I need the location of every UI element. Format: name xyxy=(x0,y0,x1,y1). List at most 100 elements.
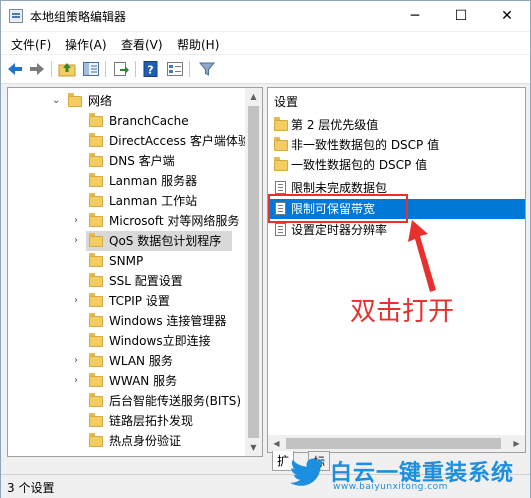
menu-file[interactable]: 文件(F) xyxy=(11,36,51,53)
policy-setting-icon xyxy=(275,181,286,194)
tree-item[interactable]: 链路层拓扑发现 xyxy=(8,411,244,431)
list-item-label: 一致性数据包的 DSCP 值 xyxy=(291,158,428,172)
list-item-setting[interactable]: 设置定时器分辨率 xyxy=(269,220,525,240)
chevron-right-icon[interactable]: › xyxy=(74,211,78,231)
list-item-label: 第 2 层优先级值 xyxy=(291,118,379,132)
tree-item[interactable]: › TCPIP 设置 xyxy=(8,291,244,311)
tree-vertical-scrollbar[interactable]: ▲ ▼ xyxy=(245,88,262,456)
back-icon[interactable] xyxy=(6,60,24,78)
folder-icon xyxy=(89,293,103,307)
list-item-folder[interactable]: 非一致性数据包的 DSCP 值 xyxy=(269,135,525,155)
tree-item-label: 后台智能传送服务(BITS) xyxy=(109,394,242,408)
maximize-button[interactable]: ☐ xyxy=(438,1,484,31)
menu-view[interactable]: 查看(V) xyxy=(121,36,163,53)
tree-item[interactable]: BranchCache xyxy=(8,111,244,131)
folder-icon xyxy=(89,273,103,287)
folder-icon xyxy=(89,113,103,127)
filter-icon[interactable] xyxy=(198,60,216,78)
close-button[interactable]: ✕ xyxy=(484,1,530,31)
scroll-down-icon[interactable]: ▼ xyxy=(245,439,262,456)
tree-item-label: Lanman 工作站 xyxy=(109,194,198,208)
properties-icon[interactable] xyxy=(166,60,184,78)
tree-item[interactable]: DirectAccess 客户端体验 xyxy=(8,131,250,151)
tree-item-label: TCPIP 设置 xyxy=(109,294,170,308)
tree-item-label: 网络 xyxy=(88,94,113,108)
tree-panel[interactable]: ⌄ 网络 BranchCache DirectAccess 客户端体验 DNS … xyxy=(7,87,263,457)
folder-icon xyxy=(274,137,288,151)
help-icon[interactable]: ? xyxy=(142,60,160,78)
toolbar: ? xyxy=(1,55,530,84)
twitter-bird-logo-icon xyxy=(290,458,325,486)
tree-item-network[interactable]: ⌄ 网络 xyxy=(8,91,244,111)
chevron-right-icon[interactable]: › xyxy=(74,351,78,371)
export-list-icon[interactable] xyxy=(112,60,130,78)
toolbar-separator xyxy=(135,61,136,77)
tree-item[interactable]: DNS 客户端 xyxy=(8,151,244,171)
list-item-label: 非一致性数据包的 DSCP 值 xyxy=(291,138,440,152)
group-policy-app-icon xyxy=(9,9,23,23)
show-hide-tree-icon[interactable] xyxy=(82,60,100,78)
scroll-right-icon[interactable]: ▶ xyxy=(508,435,525,452)
folder-icon xyxy=(89,413,103,427)
tree-item-label: Lanman 服务器 xyxy=(109,174,198,188)
folder-icon xyxy=(274,117,288,131)
tree-item-label: Windows立即连接 xyxy=(109,334,211,348)
forward-icon[interactable] xyxy=(28,60,46,78)
folder-icon xyxy=(274,157,288,171)
folder-icon xyxy=(89,353,103,367)
tree-item-label: QoS 数据包计划程序 xyxy=(109,234,222,248)
tree-item[interactable]: Lanman 服务器 xyxy=(8,171,244,191)
chevron-right-icon[interactable]: › xyxy=(74,231,78,251)
folder-icon xyxy=(89,213,103,227)
chevron-right-icon[interactable]: › xyxy=(74,291,78,311)
minimize-button[interactable]: ─ xyxy=(392,1,438,31)
folder-icon xyxy=(89,233,103,247)
folder-icon xyxy=(89,173,103,187)
watermark-url: www.baiyunxitong.com xyxy=(333,482,448,492)
tree-item-label: SNMP xyxy=(109,254,144,268)
tree-item[interactable]: SSL 配置设置 xyxy=(8,271,244,291)
tree-item-label: BranchCache xyxy=(109,114,189,128)
tree-item-qos-selected[interactable]: QoS 数据包计划程序 xyxy=(86,231,232,251)
scroll-up-icon[interactable]: ▲ xyxy=(245,88,262,105)
settings-list-panel[interactable]: 设置 第 2 层优先级值 非一致性数据包的 DSCP 值 一致性数据包的 DSC… xyxy=(267,87,526,453)
tree-item[interactable]: › Microsoft 对等网络服务 xyxy=(8,211,244,231)
chevron-right-icon[interactable]: › xyxy=(74,371,78,391)
menu-action[interactable]: 操作(A) xyxy=(65,36,107,53)
toolbar-separator xyxy=(189,61,190,77)
tree-item[interactable]: › WLAN 服务 xyxy=(8,351,244,371)
list-item-folder[interactable]: 一致性数据包的 DSCP 值 xyxy=(269,155,525,175)
tree-item[interactable]: SNMP xyxy=(8,251,244,271)
highlight-box xyxy=(268,194,408,223)
up-folder-icon[interactable] xyxy=(58,60,76,78)
annotation-text: 双击打开 xyxy=(350,297,455,327)
tree-item[interactable]: 后台智能传送服务(BITS) xyxy=(8,391,244,411)
folder-icon xyxy=(89,193,103,207)
folder-icon xyxy=(89,393,103,407)
chevron-down-icon[interactable]: ⌄ xyxy=(52,91,60,111)
svg-text:?: ? xyxy=(147,64,153,77)
scroll-thumb[interactable] xyxy=(286,438,501,449)
annotation-arrow-icon xyxy=(408,220,436,292)
tree-item[interactable]: Windows 连接管理器 xyxy=(8,311,244,331)
folder-icon xyxy=(89,133,103,147)
policy-setting-icon xyxy=(275,223,286,236)
list-horizontal-scrollbar[interactable]: ◀ ▶ xyxy=(268,435,525,452)
tree-item[interactable]: › WWAN 服务 xyxy=(8,371,244,391)
scroll-left-icon[interactable]: ◀ xyxy=(268,435,285,452)
scroll-thumb[interactable] xyxy=(248,106,259,438)
tree-item[interactable]: Lanman 工作站 xyxy=(8,191,244,211)
folder-icon xyxy=(89,373,103,387)
toolbar-separator xyxy=(51,61,52,77)
folder-icon xyxy=(68,93,82,107)
status-text: 3 个设置 xyxy=(7,481,55,495)
folder-icon xyxy=(89,333,103,347)
tree-item[interactable]: 热点身份验证 xyxy=(8,431,244,451)
tree-item[interactable]: Windows立即连接 xyxy=(8,331,244,351)
tree-item-label: WLAN 服务 xyxy=(109,354,173,368)
menu-help[interactable]: 帮助(H) xyxy=(177,36,219,53)
tree-item-label: 链路层拓扑发现 xyxy=(109,414,194,428)
list-item-folder[interactable]: 第 2 层优先级值 xyxy=(269,115,525,135)
tree-item-label: DirectAccess 客户端体验 xyxy=(109,134,250,148)
list-column-header[interactable]: 设置 xyxy=(274,93,298,110)
